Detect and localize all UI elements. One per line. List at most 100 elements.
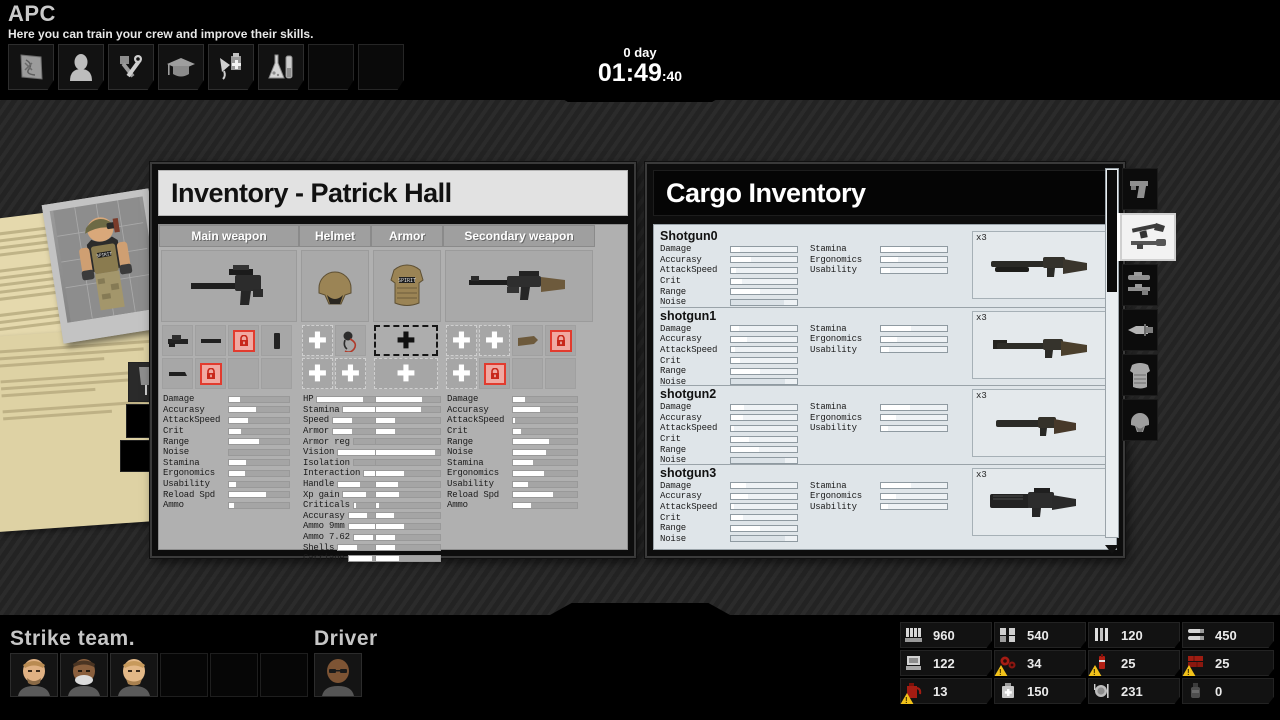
attachment-slot-sec-locked-1[interactable] [545,325,576,356]
cargo-stat-label: Range [660,286,687,297]
cargo-stat-bar-fill [731,515,743,521]
cargo-stat-label: Noise [660,533,687,544]
tool-button-training[interactable] [158,44,204,90]
equipment-slot-secondary-weapon[interactable] [445,250,593,322]
resource-cell[interactable]: 13 [900,678,992,704]
attachment-slot-helmet-2[interactable]: ✚ [302,358,333,389]
category-tab-rifles[interactable] [1120,213,1176,261]
stat-row: Accurasy [447,405,593,416]
stat-bar-fill [317,396,364,402]
attachment-slot-armor-drop-target[interactable]: ✚ [374,325,438,356]
category-tab-melee[interactable] [1122,309,1158,351]
cargo-stat-bar-fill [731,299,784,305]
category-tab-helmets[interactable] [1122,399,1158,441]
equipment-slot-helmet[interactable] [301,250,369,322]
cargo-stat-bar-fill [731,257,751,263]
category-tab-snipers[interactable] [1122,264,1158,306]
attachment-slot-locked-2[interactable] [195,358,226,389]
attachment-slot-sec-2[interactable]: ✚ [479,325,510,356]
attachment-slot-stock[interactable] [512,325,543,356]
attachment-slot-sec-empty-1[interactable] [512,358,543,389]
strike-team-portraits [10,653,308,697]
attachment-slot-empty-main-1[interactable] [228,358,259,389]
cargo-item-thumbnail[interactable]: x3 [972,389,1108,457]
cargo-stat-bar [730,266,798,274]
warning-icon [900,693,914,704]
attachment-slot-barrel[interactable] [195,325,226,356]
stat-row: Range [447,436,593,447]
category-tab-armor[interactable] [1122,354,1158,396]
strike-team-member-3[interactable] [110,653,158,697]
tool-button-empty-2[interactable] [358,44,404,90]
cargo-stat-label: Usability [810,501,857,512]
cargo-item[interactable]: shotgun3 Damage Accurasy AttackSpeed Crit Ran… [660,463,1112,544]
tool-button-crew[interactable] [58,44,104,90]
strike-team-slot-empty-2[interactable] [210,653,258,697]
resource-cell[interactable]: 0 [1182,678,1274,704]
attachment-slot-sec-locked-2[interactable] [479,358,510,389]
attachment-slot-armor-2[interactable]: ✚ [374,358,438,389]
strike-team-member-1[interactable] [10,653,58,697]
stat-bar [375,554,441,562]
stat-bar-fill [229,439,259,445]
cargo-list[interactable]: Shotgun0 Damage Accurasy AttackSpeed Crit Ran… [653,224,1117,550]
equipment-slot-armor[interactable]: SPIRIT [373,250,441,322]
tool-button-empty-1[interactable] [308,44,354,90]
cargo-stat-label: Damage [660,323,692,334]
driver-member-1[interactable] [314,653,362,697]
stat-bar-fill [376,449,435,455]
resource-cell[interactable]: 450 [1182,622,1274,648]
attachment-slot-empty-main-2[interactable] [261,358,292,389]
cargo-scrollbar[interactable] [1105,168,1119,538]
cargo-item[interactable]: Shotgun0 Damage Accurasy AttackSpeed Crit Ran… [660,228,1112,307]
stat-label: Accurasy [303,510,345,521]
tool-button-medical[interactable] [208,44,254,90]
stat-bar [375,512,441,520]
tool-button-map[interactable] [8,44,54,90]
category-tab-strip [1120,168,1176,444]
cargo-item-thumbnail[interactable]: x3 [972,231,1108,299]
resource-cell[interactable]: 150 [994,678,1086,704]
stat-label: Accurasy [447,404,489,415]
attachment-slot-magazine[interactable] [261,325,292,356]
attachment-slot-headset[interactable] [335,325,366,356]
driver-label: Driver [314,627,378,650]
resource-cell[interactable]: 960 [900,622,992,648]
cargo-scroll-down-icon[interactable] [1105,545,1119,554]
cargo-item[interactable]: shotgun1 Damage Accurasy AttackSpeed Crit Ran… [660,306,1112,387]
attachment-slot-sec-empty-2[interactable] [545,358,576,389]
attachment-slot-helmet-1[interactable]: ✚ [302,325,333,356]
cargo-item-thumbnail[interactable]: x3 [972,310,1108,379]
resource-cell[interactable]: 540 [994,622,1086,648]
equipment-slot-main-weapon[interactable] [161,250,297,322]
cargo-stat-bar-fill [731,336,747,342]
strike-team-slot-empty-3[interactable] [260,653,308,697]
tool-button-laboratory[interactable] [258,44,304,90]
attachment-slot-locked-1[interactable] [228,325,259,356]
cargo-stat-row: Crit [660,512,798,523]
resource-cell[interactable]: 122 [900,650,992,676]
attachment-slot-helmet-3[interactable]: ✚ [335,358,366,389]
strike-team-member-2[interactable] [60,653,108,697]
stat-row: Reload Spd [447,489,593,500]
strike-team-slot-empty-1[interactable] [160,653,208,697]
cargo-stat-label: Stamina [810,244,847,255]
cargo-item[interactable]: shotgun2 Damage Accurasy AttackSpeed Crit Ran… [660,385,1112,465]
attachment-slot-scope[interactable] [162,325,193,356]
cargo-scrollbar-thumb[interactable] [1107,170,1117,292]
resource-cell[interactable]: 231 [1088,678,1180,704]
resource-cell[interactable]: 25 [1182,650,1274,676]
map-icon [20,54,43,80]
resource-cell[interactable]: 120 [1088,622,1180,648]
stat-bar-fill [229,428,241,434]
category-tab-pistols[interactable] [1122,168,1158,210]
cargo-item-thumbnail[interactable]: x3 [972,467,1108,536]
clock-day: 0 day [623,45,657,60]
tool-button-workshop[interactable] [108,44,154,90]
resource-cell[interactable]: 34 [994,650,1086,676]
attachment-slot-sec-3[interactable]: ✚ [446,358,477,389]
cargo-stat-bar [730,277,798,285]
cargo-stat-bar [730,357,798,365]
attachment-slot-grip[interactable] [162,358,193,389]
resource-cell[interactable]: 25 [1088,650,1180,676]
